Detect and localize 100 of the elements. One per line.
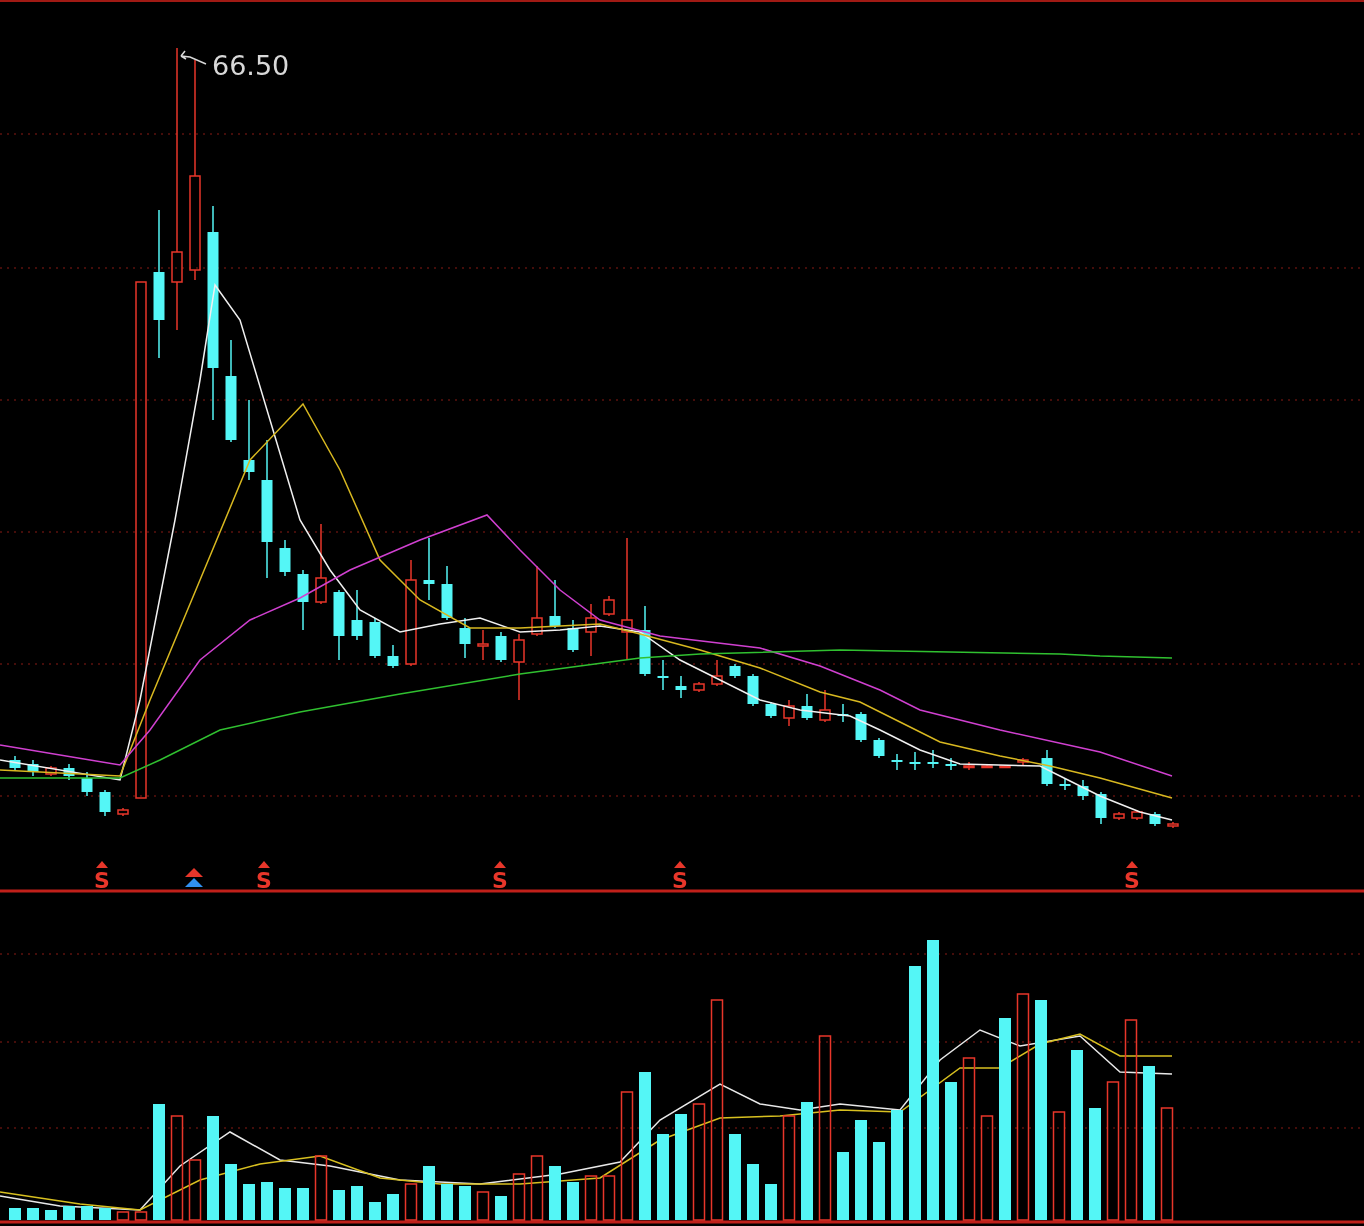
candlestick xyxy=(1077,779,1089,801)
candlestick xyxy=(891,753,903,771)
candlestick xyxy=(297,569,309,631)
volume-bar xyxy=(333,1190,345,1220)
volume-bar xyxy=(512,1173,526,1221)
candlestick xyxy=(873,737,885,759)
candlestick xyxy=(513,633,525,701)
arrow-up-icon xyxy=(1126,861,1138,868)
volume-bar xyxy=(530,1155,544,1221)
signal-label: S xyxy=(94,868,110,893)
candlestick xyxy=(1149,811,1161,827)
volume-bar xyxy=(567,1182,579,1220)
candlestick xyxy=(495,631,507,663)
volume-bar xyxy=(423,1166,435,1220)
candlestick xyxy=(855,711,867,743)
volume-bar xyxy=(495,1196,507,1220)
volume-bar xyxy=(314,1155,328,1221)
volume-bar xyxy=(837,1152,849,1220)
candlestick xyxy=(999,764,1011,769)
candlestick xyxy=(1167,821,1179,829)
candlestick xyxy=(27,759,39,777)
candlestick xyxy=(945,757,957,771)
candlestick xyxy=(549,579,561,629)
candlestick xyxy=(117,807,129,817)
candlestick xyxy=(387,644,399,669)
arrow-up-icon xyxy=(185,868,203,877)
candlestick xyxy=(351,589,363,641)
volume-bar xyxy=(459,1186,471,1220)
candlestick xyxy=(675,675,687,699)
candlestick xyxy=(81,771,93,797)
arrow-up-icon xyxy=(96,861,108,868)
candlestick xyxy=(63,763,75,781)
volume-bar xyxy=(476,1191,490,1221)
volume-bar xyxy=(279,1188,291,1220)
candlestick xyxy=(909,751,921,771)
volume-bar xyxy=(134,1211,148,1221)
candlestick xyxy=(801,693,813,721)
candlestick xyxy=(981,764,993,769)
signal-label: S xyxy=(492,868,508,893)
candlestick xyxy=(837,703,849,723)
volume-bar xyxy=(243,1184,255,1220)
candlestick xyxy=(711,659,723,687)
candlestick xyxy=(477,629,489,661)
volume-bar xyxy=(9,1208,21,1220)
volume-bar xyxy=(188,1159,202,1221)
candlestick xyxy=(1059,777,1071,791)
volume-bar xyxy=(369,1202,381,1220)
arrow-up-icon xyxy=(494,861,506,868)
candlestick xyxy=(459,617,471,659)
volume-bar xyxy=(99,1208,111,1220)
volume-bar xyxy=(297,1188,309,1220)
arrow-up-icon xyxy=(674,861,686,868)
candlestick xyxy=(441,565,453,621)
candlestick xyxy=(1017,757,1029,767)
signal-label: S xyxy=(672,868,688,893)
candlestick xyxy=(729,663,741,679)
volume-bar xyxy=(261,1182,273,1220)
candlestick xyxy=(531,565,543,637)
candlestick xyxy=(279,539,291,577)
candlestick xyxy=(423,537,435,601)
candlestick xyxy=(1095,791,1107,825)
volume-bar xyxy=(81,1206,93,1220)
volume-bar xyxy=(387,1194,399,1220)
candlestick xyxy=(45,765,57,777)
volume-bar xyxy=(116,1211,130,1221)
candlestick xyxy=(783,699,795,727)
volume-bar xyxy=(441,1184,453,1220)
volume-bar xyxy=(584,1175,598,1221)
arrow-up-icon xyxy=(185,878,203,887)
volume-bar xyxy=(45,1210,57,1220)
candlestick xyxy=(603,595,615,617)
volume-bar xyxy=(404,1183,418,1221)
candlestick xyxy=(747,673,759,707)
arrow-up-icon xyxy=(258,861,270,868)
volume-bar xyxy=(602,1175,616,1221)
candlestick xyxy=(1131,809,1143,821)
candlestick xyxy=(567,619,579,653)
signal-label: S xyxy=(256,868,272,893)
candlestick xyxy=(819,689,831,723)
volume-bar xyxy=(225,1164,237,1220)
volume-bar xyxy=(27,1208,39,1220)
volume-bar xyxy=(351,1186,363,1220)
candlestick xyxy=(369,617,381,659)
candlestick xyxy=(765,701,777,719)
candlestick xyxy=(1113,811,1125,821)
volume-bar xyxy=(747,1164,759,1220)
candlestick xyxy=(963,761,975,771)
candlestick xyxy=(1041,749,1053,787)
peak-price-label: 66.50 xyxy=(212,50,290,81)
candlestick xyxy=(9,755,21,771)
candlestick xyxy=(693,681,705,693)
volume-bar xyxy=(549,1166,561,1220)
signal-label: S xyxy=(1124,868,1140,893)
volume-bar xyxy=(63,1206,75,1220)
candlestick xyxy=(585,603,597,657)
pointer-icon xyxy=(180,50,207,65)
volume-bar xyxy=(765,1184,777,1220)
candlestick xyxy=(927,749,939,769)
candlestick xyxy=(657,659,669,691)
candlestick xyxy=(333,589,345,661)
